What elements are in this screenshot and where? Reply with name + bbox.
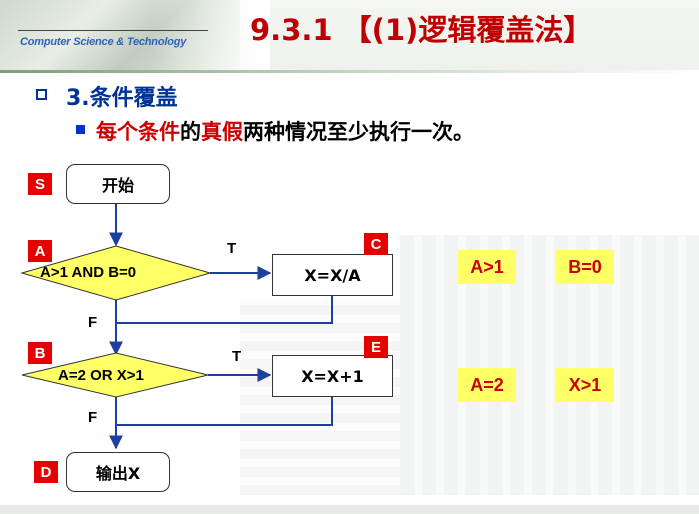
condition-a-eq-2: A=2 bbox=[458, 368, 516, 402]
branch-label-false-2: F bbox=[88, 409, 98, 426]
condition-a-gt-1: A>1 bbox=[458, 250, 516, 284]
tag-d: D bbox=[34, 461, 58, 483]
line-c-merge bbox=[116, 296, 333, 324]
end-node: 输出X bbox=[66, 452, 170, 492]
process-c: X=X/A bbox=[272, 254, 393, 296]
tag-e: E bbox=[364, 336, 388, 358]
footer-band bbox=[0, 505, 699, 514]
branch-label-false-1: F bbox=[88, 314, 98, 331]
start-node: 开始 bbox=[66, 164, 170, 204]
branch-label-true-1: T bbox=[227, 240, 237, 257]
decision-a-label: A>1 AND B=0 bbox=[40, 264, 137, 281]
tag-b: B bbox=[28, 342, 52, 364]
line-e-merge bbox=[116, 397, 333, 426]
process-e: X=X+1 bbox=[272, 355, 393, 397]
tag-c: C bbox=[364, 233, 388, 255]
condition-b-eq-0: B=0 bbox=[556, 250, 614, 284]
decision-b-label: A=2 OR X>1 bbox=[58, 367, 144, 384]
branch-label-true-2: T bbox=[232, 348, 242, 365]
condition-x-gt-1: X>1 bbox=[556, 368, 614, 402]
tag-s: S bbox=[28, 173, 52, 195]
tag-a: A bbox=[28, 240, 52, 262]
